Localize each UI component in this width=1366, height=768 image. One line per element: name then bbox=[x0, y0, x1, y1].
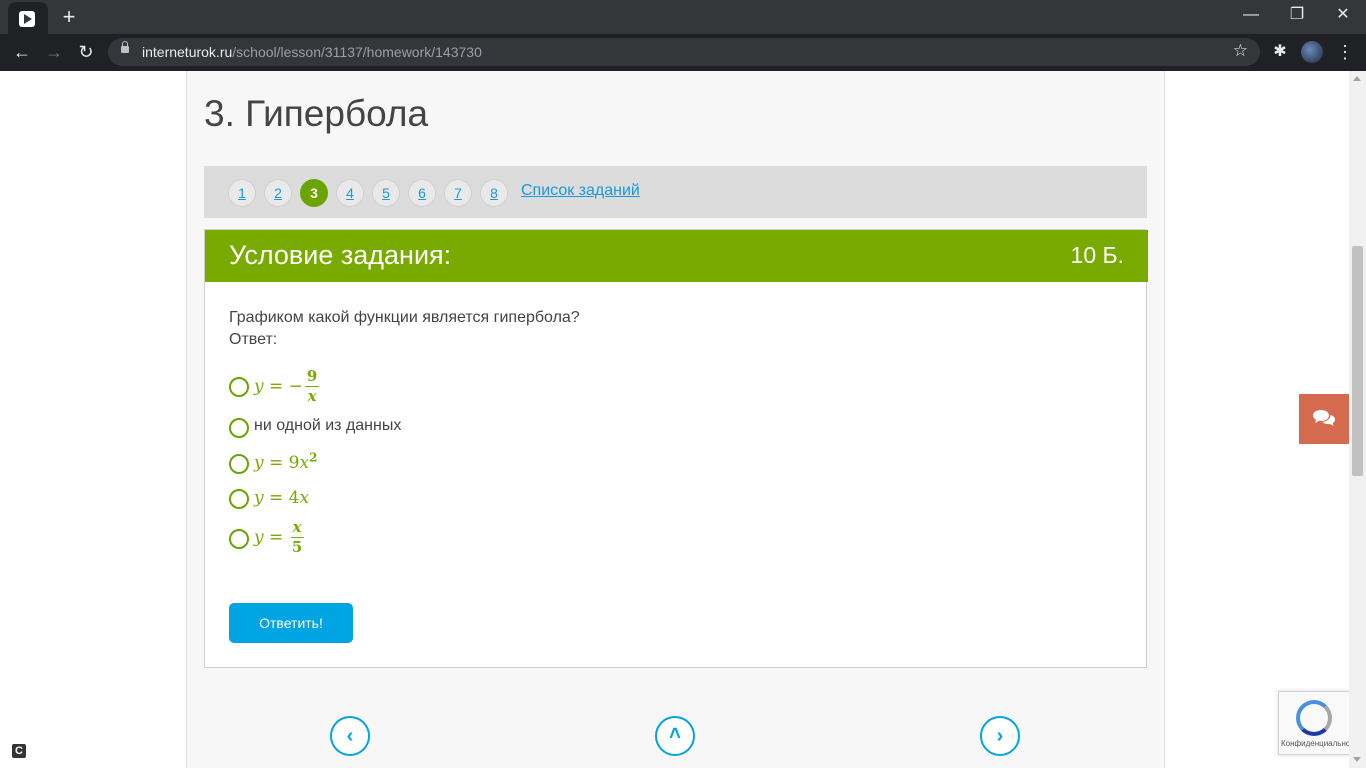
task-number-8[interactable]: 8 bbox=[480, 179, 508, 207]
page-scrollbar[interactable] bbox=[1349, 71, 1366, 768]
scrollbar-thumb[interactable] bbox=[1352, 246, 1363, 476]
browser-menu-icon[interactable]: ⋮ bbox=[1335, 39, 1355, 65]
chevron-up-icon[interactable]: ˄ bbox=[655, 716, 695, 756]
browser-tab[interactable] bbox=[8, 2, 48, 34]
task-number-1[interactable]: 1 bbox=[228, 179, 256, 207]
task-number-3-active[interactable]: 3 bbox=[300, 179, 328, 207]
radio-button[interactable] bbox=[229, 529, 249, 549]
scroll-down-arrow-icon[interactable] bbox=[1353, 757, 1361, 762]
back-icon[interactable]: ← bbox=[9, 39, 35, 65]
new-tab-icon[interactable]: + bbox=[58, 6, 80, 28]
submit-answer-button[interactable]: Ответить! bbox=[229, 603, 353, 643]
task-list-link[interactable]: Список заданий bbox=[521, 182, 640, 200]
task-number-5[interactable]: 5 bbox=[372, 179, 400, 207]
close-button[interactable]: ✕ bbox=[1320, 0, 1366, 34]
page-title: 3. Гипербола bbox=[204, 93, 429, 134]
recaptcha-privacy-text: Конфиденциальность bbox=[1281, 739, 1349, 748]
radio-button[interactable] bbox=[229, 454, 249, 474]
lock-icon bbox=[121, 41, 129, 53]
question-block: Графиком какой функции является гипербол… bbox=[229, 307, 580, 351]
question-text: Графиком какой функции является гипербол… bbox=[229, 309, 580, 326]
task-points: 10 Б. bbox=[1070, 242, 1124, 268]
bookmark-star-icon[interactable]: ☆ bbox=[1233, 41, 1248, 61]
task-card: Условие задания: 10 Б. Графиком какой фу… bbox=[204, 229, 1148, 668]
minimize-button[interactable]: — bbox=[1228, 0, 1274, 34]
task-header: Условие задания: 10 Б. bbox=[205, 230, 1148, 282]
option-4-formula: y = 4x bbox=[254, 488, 255, 489]
option-math: y = 9x² y = 9x2 bbox=[254, 450, 318, 473]
extension-c-icon[interactable]: C bbox=[12, 744, 26, 758]
task-header-title: Условие задания: bbox=[229, 240, 452, 270]
option-text: ни одной из данных bbox=[254, 417, 402, 434]
option-math: y = x/5 y = x5 bbox=[254, 518, 304, 556]
task-number-6[interactable]: 6 bbox=[408, 179, 436, 207]
address-bar[interactable]: interneturok.ru/school/lesson/31137/home… bbox=[108, 38, 1260, 66]
browser-tab-bar: + — ❐ ✕ bbox=[0, 0, 1366, 34]
content-column: 3. Гипербола 1 2 3 4 5 6 7 8 Список зада… bbox=[186, 71, 1165, 768]
reload-icon[interactable]: ↻ bbox=[73, 39, 99, 65]
radio-button[interactable] bbox=[229, 489, 249, 509]
chat-icon bbox=[1313, 410, 1335, 426]
option-math: y = 4x y = 4x bbox=[254, 488, 310, 508]
task-number-4[interactable]: 4 bbox=[336, 179, 364, 207]
recaptcha-badge[interactable]: Конфиденциальность bbox=[1278, 691, 1349, 755]
page-viewport: 3. Гипербола 1 2 3 4 5 6 7 8 Список зада… bbox=[0, 71, 1349, 768]
chevron-left-icon[interactable]: ‹ bbox=[330, 716, 370, 756]
task-navigation: 1 2 3 4 5 6 7 8 Список заданий bbox=[204, 166, 1147, 218]
chevron-right-icon[interactable]: › bbox=[980, 716, 1020, 756]
option-math: y = −9/x y = −9x bbox=[254, 367, 320, 405]
forward-icon[interactable]: → bbox=[41, 39, 67, 65]
task-number-2[interactable]: 2 bbox=[264, 179, 292, 207]
site-favicon-icon bbox=[19, 11, 35, 27]
option-1-formula: y = −9/x bbox=[254, 367, 255, 368]
url-text[interactable]: interneturok.ru/school/lesson/31137/home… bbox=[142, 44, 482, 60]
radio-button[interactable] bbox=[229, 377, 249, 397]
task-number-7[interactable]: 7 bbox=[444, 179, 472, 207]
scroll-up-arrow-icon[interactable] bbox=[1353, 76, 1361, 81]
extensions-puzzle-icon[interactable]: ✱ bbox=[1270, 39, 1290, 65]
option-5-formula: y = x/5 bbox=[254, 518, 255, 519]
chat-button[interactable] bbox=[1299, 394, 1349, 444]
browser-toolbar: ← → ↻ interneturok.ru/school/lesson/3113… bbox=[0, 34, 1366, 71]
profile-avatar[interactable] bbox=[1301, 41, 1323, 63]
option-3-formula: y = 9x² bbox=[254, 453, 255, 454]
restore-button[interactable]: ❐ bbox=[1274, 0, 1320, 34]
radio-button[interactable] bbox=[229, 418, 249, 438]
answer-label: Ответ: bbox=[229, 331, 278, 348]
recaptcha-logo-icon bbox=[1296, 700, 1332, 736]
